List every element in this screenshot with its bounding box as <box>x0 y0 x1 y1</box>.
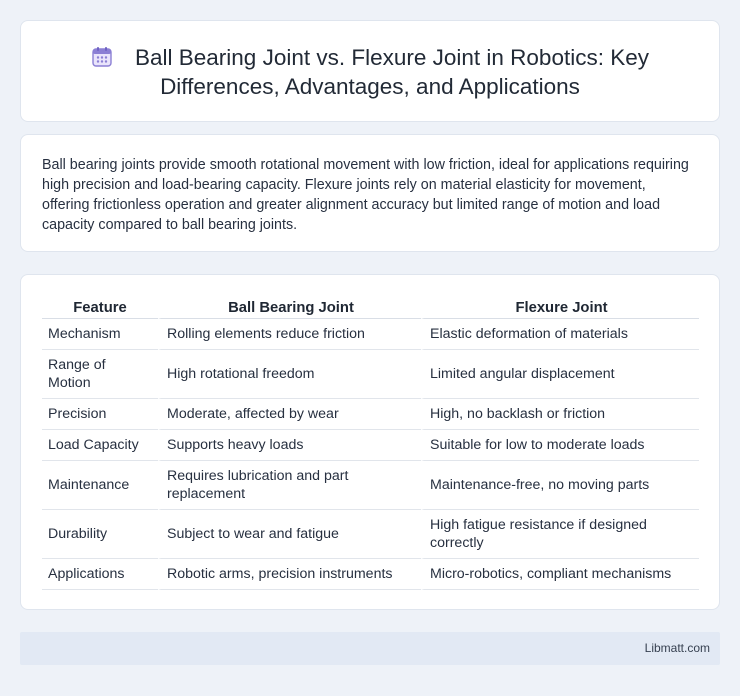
table-row: Range of Motion High rotational freedom … <box>42 350 699 399</box>
flexure-cell: Micro-robotics, compliant mechanisms <box>421 559 699 590</box>
feature-cell: Durability <box>42 510 158 559</box>
feature-cell: Range of Motion <box>42 350 158 399</box>
table-header-row: Feature Ball Bearing Joint Flexure Joint <box>42 297 699 319</box>
calendar-icon <box>91 46 113 68</box>
column-header-feature: Feature <box>42 297 158 319</box>
summary-text: Ball bearing joints provide smooth rotat… <box>42 157 689 233</box>
ball-bearing-cell: Supports heavy loads <box>158 430 421 461</box>
feature-cell: Mechanism <box>42 319 158 350</box>
ball-bearing-cell: Rolling elements reduce friction <box>158 319 421 350</box>
flexure-cell: High fatigue resistance if designed corr… <box>421 510 699 559</box>
flexure-cell: Suitable for low to moderate loads <box>421 430 699 461</box>
flexure-cell: Maintenance-free, no moving parts <box>421 461 699 510</box>
table-row: Maintenance Requires lubrication and par… <box>42 461 699 510</box>
comparison-card: Feature Ball Bearing Joint Flexure Joint… <box>20 274 720 610</box>
ball-bearing-cell: Requires lubrication and part replacemen… <box>158 461 421 510</box>
table-row: Precision Moderate, affected by wear Hig… <box>42 399 699 430</box>
table-row: Durability Subject to wear and fatigue H… <box>42 510 699 559</box>
table-row: Applications Robotic arms, precision ins… <box>42 559 699 590</box>
ball-bearing-cell: High rotational freedom <box>158 350 421 399</box>
footer-bar: Libmatt.com <box>20 632 720 665</box>
ball-bearing-cell: Moderate, affected by wear <box>158 399 421 430</box>
table-row: Load Capacity Supports heavy loads Suita… <box>42 430 699 461</box>
ball-bearing-cell: Robotic arms, precision instruments <box>158 559 421 590</box>
feature-cell: Load Capacity <box>42 430 158 461</box>
column-header-flexure: Flexure Joint <box>421 297 699 319</box>
summary-card: Ball bearing joints provide smooth rotat… <box>20 134 720 252</box>
title-card: Ball Bearing Joint vs. Flexure Joint in … <box>20 20 720 122</box>
page-title-text: Ball Bearing Joint vs. Flexure Joint in … <box>135 45 649 99</box>
table-row: Mechanism Rolling elements reduce fricti… <box>42 319 699 350</box>
flexure-cell: Elastic deformation of materials <box>421 319 699 350</box>
flexure-cell: High, no backlash or friction <box>421 399 699 430</box>
column-header-ball-bearing: Ball Bearing Joint <box>158 297 421 319</box>
comparison-table: Feature Ball Bearing Joint Flexure Joint… <box>42 297 699 590</box>
footer-brand: Libmatt.com <box>644 641 710 655</box>
feature-cell: Precision <box>42 399 158 430</box>
feature-cell: Applications <box>42 559 158 590</box>
flexure-cell: Limited angular displacement <box>421 350 699 399</box>
feature-cell: Maintenance <box>42 461 158 510</box>
page-title: Ball Bearing Joint vs. Flexure Joint in … <box>21 43 719 101</box>
ball-bearing-cell: Subject to wear and fatigue <box>158 510 421 559</box>
